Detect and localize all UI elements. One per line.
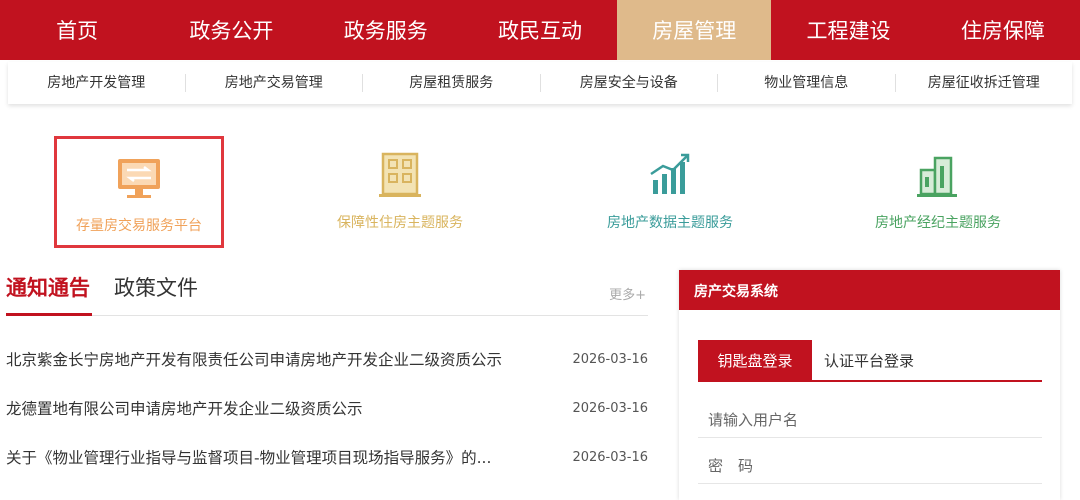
subnav-item-property[interactable]: 物业管理信息 (718, 74, 896, 92)
sub-nav: 房地产开发管理 房地产交易管理 房屋租赁服务 房屋安全与设备 物业管理信息 房屋… (8, 62, 1072, 104)
nav-item-housing-management[interactable]: 房屋管理 (617, 0, 772, 60)
login-tabs: 钥匙盘登录 认证平台登录 (698, 340, 1042, 382)
service-tile-real-estate-agency[interactable]: 房地产经纪主题服务 (853, 136, 1023, 248)
service-tile-affordable-housing[interactable]: 保障性住房主题服务 (315, 136, 485, 248)
subnav-item-transaction[interactable]: 房地产交易管理 (186, 74, 363, 92)
subnav-item-development[interactable]: 房地产开发管理 (8, 74, 186, 92)
news-item[interactable]: 关于《物业管理行业指导与监督项目-物业管理项目现场指导服务》的... 2026-… (6, 442, 648, 472)
news-tabs: 通知通告 政策文件 更多+ (6, 268, 648, 316)
nav-item-home[interactable]: 首页 (0, 0, 154, 60)
news-date: 2026-03-16 (572, 400, 648, 416)
subnav-item-expropriation[interactable]: 房屋征收拆迁管理 (896, 74, 1073, 92)
tab-key-disk-login[interactable]: 钥匙盘登录 (698, 340, 812, 380)
service-label: 存量房交易服务平台 (76, 218, 202, 234)
nav-item-housing-security[interactable]: 住房保障 (926, 0, 1080, 60)
password-input[interactable] (698, 448, 1042, 484)
subnav-item-rental[interactable]: 房屋租赁服务 (363, 74, 541, 92)
building-icon (379, 152, 421, 197)
buildings-icon (917, 156, 957, 197)
news-date: 2026-03-16 (572, 351, 648, 367)
nav-item-construction[interactable]: 工程建设 (771, 0, 925, 60)
panel-title: 房产交易系统 (679, 270, 1060, 310)
tab-notices[interactable]: 通知通告 (6, 272, 92, 316)
subnav-item-safety[interactable]: 房屋安全与设备 (541, 74, 718, 92)
nav-item-public-interaction[interactable]: 政民互动 (463, 0, 617, 60)
news-date: 2026-03-16 (572, 449, 648, 465)
tab-certification-login[interactable]: 认证平台登录 (824, 340, 914, 380)
news-item[interactable]: 北京紫金长宁房地产开发有限责任公司申请房地产开发企业二级资质公示 2026-03… (6, 344, 648, 374)
nav-item-government-affairs[interactable]: 政务公开 (154, 0, 308, 60)
nav-item-government-services[interactable]: 政务服务 (309, 0, 463, 60)
bar-chart-trend-icon (650, 153, 690, 194)
news-item[interactable]: 龙德置地有限公司申请房地产开发企业二级资质公示 2026-03-16 (6, 393, 648, 423)
tab-policy-documents[interactable]: 政策文件 (114, 272, 198, 316)
monitor-transfer-icon (118, 159, 160, 198)
service-tile-existing-housing[interactable]: 存量房交易服务平台 (54, 136, 224, 248)
username-input[interactable] (698, 402, 1042, 438)
more-link[interactable]: 更多+ (609, 284, 646, 303)
service-tile-real-estate-data[interactable]: 房地产数据主题服务 (585, 136, 755, 248)
service-label: 保障性住房主题服务 (337, 215, 463, 231)
main-nav: 首页 政务公开 政务服务 政民互动 房屋管理 工程建设 住房保障 (0, 0, 1080, 60)
news-title[interactable]: 北京紫金长宁房地产开发有限责任公司申请房地产开发企业二级资质公示 (6, 348, 502, 370)
news-title[interactable]: 龙德置地有限公司申请房地产开发企业二级资质公示 (6, 397, 363, 419)
service-label: 房地产数据主题服务 (607, 215, 733, 231)
housing-transaction-login-panel: 房产交易系统 钥匙盘登录 认证平台登录 (679, 270, 1060, 500)
service-label: 房地产经纪主题服务 (875, 215, 1001, 231)
news-title[interactable]: 关于《物业管理行业指导与监督项目-物业管理项目现场指导服务》的... (6, 446, 491, 468)
